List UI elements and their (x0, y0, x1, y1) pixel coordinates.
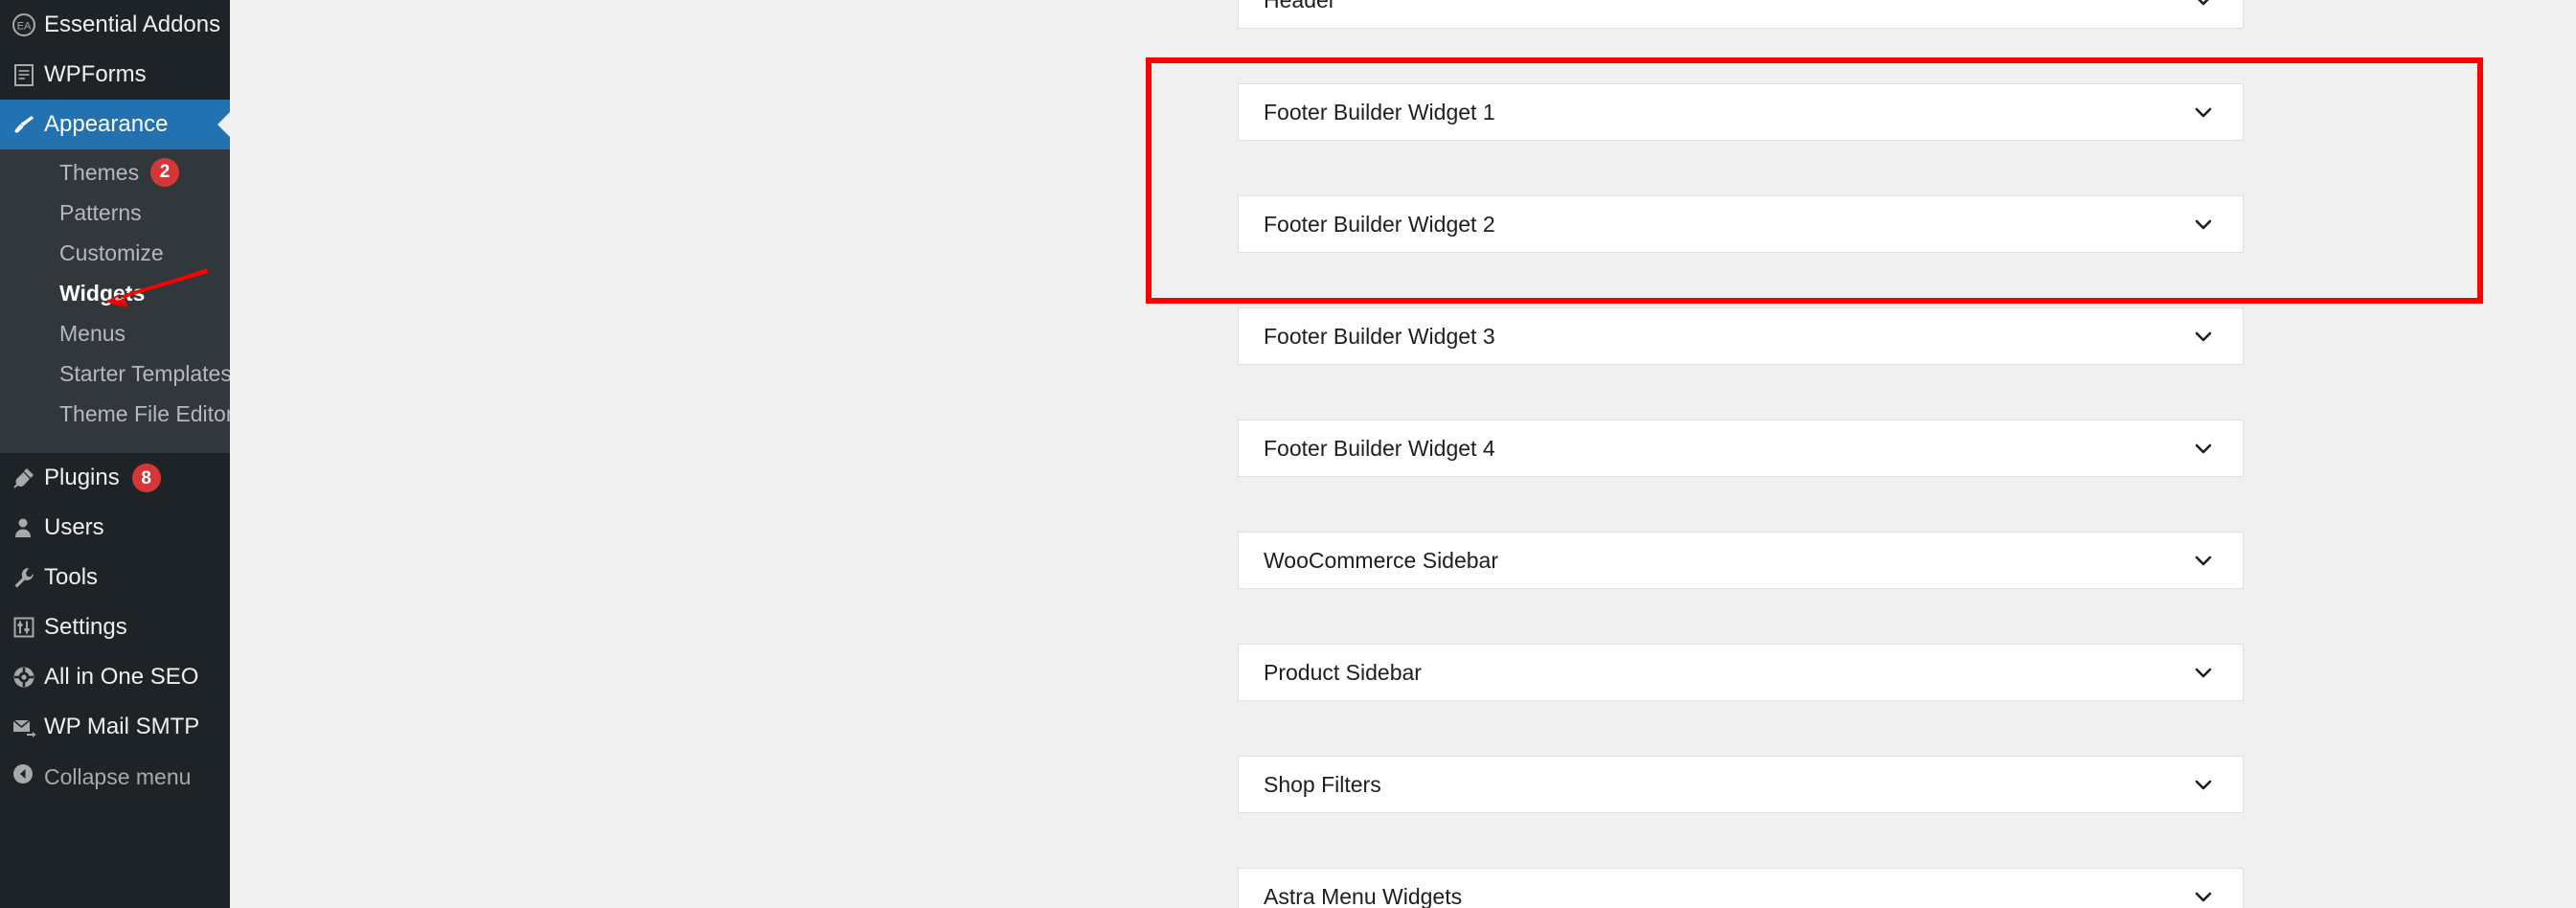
widget-area-title: Astra Menu Widgets (1264, 883, 1463, 908)
sidebar-item-wpforms[interactable]: WPForms (0, 50, 230, 100)
chevron-down-icon[interactable] (2189, 546, 2218, 575)
sidebar-item-label: Appearance (44, 111, 169, 137)
themes-update-badge: 2 (150, 158, 180, 187)
sidebar-item-menus[interactable]: Menus (0, 313, 230, 353)
sidebar-item-patterns[interactable]: Patterns (0, 193, 230, 233)
users-person-icon (11, 515, 44, 540)
appearance-submenu: Themes 2 Patterns Customize Widgets Menu… (0, 149, 262, 453)
essential-addons-icon: EA (11, 12, 44, 37)
sidebar-item-label: Plugins (44, 465, 120, 490)
mail-envelope-icon (11, 715, 44, 739)
sidebar-item-themes[interactable]: Themes 2 (0, 152, 230, 193)
sidebar-item-essential-addons[interactable]: EA Essential Addons (0, 0, 230, 50)
sidebar-item-label: All in One SEO (44, 664, 199, 690)
widgets-page-body: Header Footer Builder Widget 1 Footer Bu… (230, 0, 2576, 908)
sidebar-item-customize[interactable]: Customize (0, 233, 230, 273)
submenu-item-label: Widgets (59, 280, 146, 306)
svg-text:EA: EA (17, 21, 32, 33)
submenu-item-label: Menus (59, 320, 126, 346)
widget-area-title: WooCommerce Sidebar (1264, 547, 1499, 573)
sidebar-item-widgets[interactable]: Widgets (0, 273, 230, 313)
chevron-down-icon[interactable] (2189, 0, 2218, 14)
submenu-item-label: Theme File Editor (59, 400, 234, 426)
widget-area-footer-builder-widget-4[interactable]: Footer Builder Widget 4 (1238, 420, 2244, 477)
settings-sliders-icon (11, 615, 44, 640)
widget-area-footer-builder-widget-1[interactable]: Footer Builder Widget 1 (1238, 83, 2244, 141)
chevron-down-icon[interactable] (2189, 322, 2218, 351)
submenu-item-label: Patterns (59, 199, 142, 225)
widget-area-title: Footer Builder Widget 4 (1264, 435, 1495, 461)
tools-wrench-icon (11, 565, 44, 590)
sidebar-item-appearance[interactable]: Appearance (0, 100, 230, 149)
appearance-brush-icon (11, 112, 44, 137)
collapse-menu-button[interactable]: Collapse menu (0, 752, 230, 802)
widget-area-title: Product Sidebar (1264, 659, 1422, 685)
chevron-down-icon[interactable] (2189, 434, 2218, 463)
sidebar-item-label: Essential Addons (44, 11, 221, 37)
chevron-down-icon[interactable] (2189, 98, 2218, 126)
widget-area-title: Footer Builder Widget 3 (1264, 323, 1495, 349)
collapse-menu-label: Collapse menu (44, 763, 192, 789)
widget-area-title: Header (1264, 0, 1335, 13)
submenu-item-label: Themes (59, 159, 140, 185)
wpforms-icon (11, 62, 44, 87)
widget-areas-list: Header Footer Builder Widget 1 Footer Bu… (1238, 0, 2244, 908)
chevron-down-icon[interactable] (2189, 210, 2218, 238)
sidebar-item-starter-templates[interactable]: Starter Templates (0, 353, 262, 394)
widget-area-footer-builder-widget-3[interactable]: Footer Builder Widget 3 (1238, 307, 2244, 365)
widget-area-header[interactable]: Header (1238, 0, 2244, 29)
chevron-down-icon[interactable] (2189, 882, 2218, 908)
widget-area-astra-menu-widgets[interactable]: Astra Menu Widgets (1238, 868, 2244, 908)
sidebar-item-settings[interactable]: Settings (0, 602, 230, 652)
sidebar-item-plugins[interactable]: Plugins 8 (0, 453, 230, 503)
widget-area-footer-builder-widget-2[interactable]: Footer Builder Widget 2 (1238, 195, 2244, 253)
sidebar-item-all-in-one-seo[interactable]: All in One SEO (0, 652, 230, 702)
admin-sidebar: EA Essential Addons WPForms Appearance T… (0, 0, 262, 908)
sidebar-item-theme-file-editor[interactable]: Theme File Editor (0, 394, 234, 434)
widget-area-product-sidebar[interactable]: Product Sidebar (1238, 644, 2244, 701)
chevron-down-icon[interactable] (2189, 658, 2218, 687)
sidebar-item-tools[interactable]: Tools (0, 553, 230, 602)
sidebar-item-label: Settings (44, 614, 127, 640)
collapse-arrow-icon (11, 762, 44, 791)
widget-area-title: Shop Filters (1264, 771, 1381, 797)
submenu-item-label: Customize (59, 239, 164, 265)
plugins-update-badge: 8 (131, 464, 161, 492)
sidebar-item-label: Tools (44, 564, 99, 590)
widget-area-title: Footer Builder Widget 1 (1264, 99, 1495, 125)
chevron-down-icon[interactable] (2189, 770, 2218, 799)
aioseo-gear-icon (11, 665, 44, 690)
sidebar-item-users[interactable]: Users (0, 503, 230, 553)
sidebar-item-label: WPForms (44, 61, 147, 87)
sidebar-item-label: Users (44, 514, 104, 540)
widget-area-title: Footer Builder Widget 2 (1264, 211, 1495, 237)
sidebar-item-label: WP Mail SMTP (44, 714, 200, 739)
plugin-plug-icon (11, 465, 44, 490)
sidebar-item-wp-mail-smtp[interactable]: WP Mail SMTP (0, 702, 230, 752)
submenu-item-label: Starter Templates (59, 360, 232, 386)
widget-area-shop-filters[interactable]: Shop Filters (1238, 756, 2244, 813)
active-menu-arrow-icon (217, 112, 230, 137)
widget-area-woocommerce-sidebar[interactable]: WooCommerce Sidebar (1238, 532, 2244, 589)
